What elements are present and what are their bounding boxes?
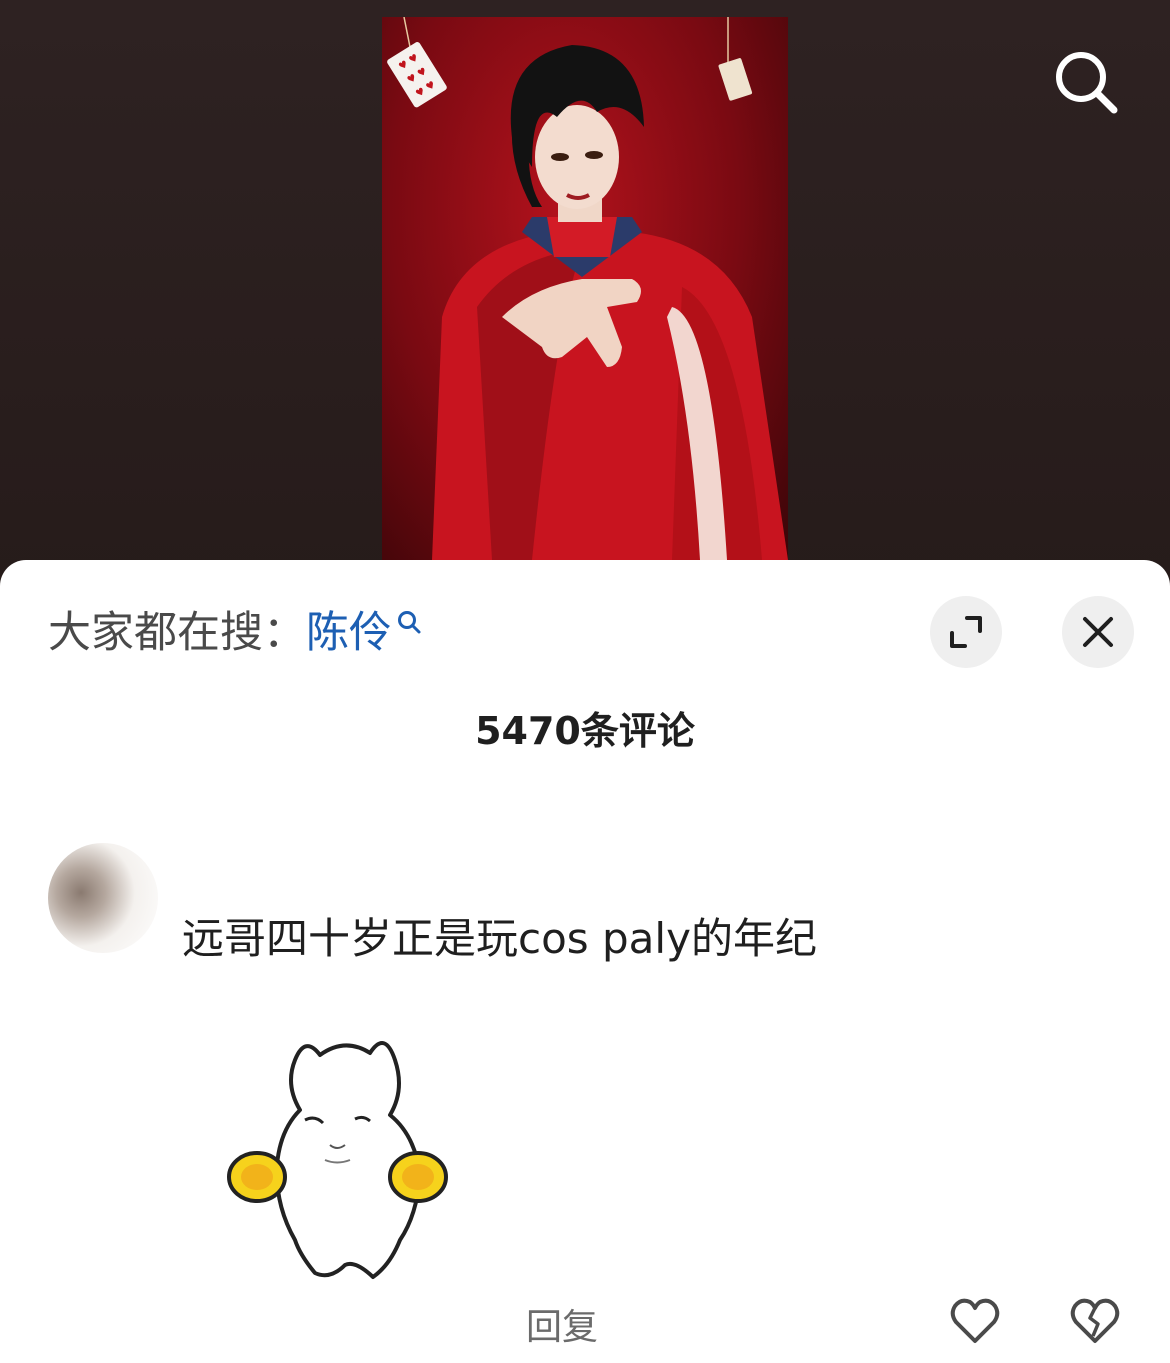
heart-icon[interactable]	[948, 1294, 1002, 1348]
video-backdrop: ♥ ♥ ♥ ♥ ♥ ♥	[0, 0, 1170, 600]
photo-illustration: ♥ ♥ ♥ ♥ ♥ ♥	[387, 17, 788, 560]
comment-count-title: 5470条评论	[475, 709, 695, 753]
cat-sticker-image[interactable]	[205, 1015, 485, 1285]
search-icon[interactable]	[396, 609, 422, 635]
broken-heart-icon[interactable]	[1068, 1294, 1122, 1348]
close-icon	[1083, 617, 1113, 647]
expand-button[interactable]	[930, 596, 1002, 668]
comment-text: 远哥四十岁正是玩cos paly的年纪	[182, 914, 817, 963]
reply-button[interactable]: 回复	[526, 1298, 598, 1350]
expand-icon	[950, 616, 982, 648]
search-icon[interactable]	[1050, 46, 1122, 118]
cosplay-photo[interactable]: ♥ ♥ ♥ ♥ ♥ ♥	[382, 17, 788, 560]
hot-search-term-link[interactable]: 陈伶	[306, 606, 392, 660]
comments-panel: 大家都在搜： 陈伶 5470条评论 远哥四十岁正是玩cos paly的年纪 回复	[0, 560, 1170, 1363]
close-button[interactable]	[1062, 596, 1134, 668]
hot-search-bar: 大家都在搜： 陈伶	[48, 606, 422, 660]
hot-search-prefix: 大家都在搜：	[48, 608, 306, 658]
avatar[interactable]	[48, 843, 158, 953]
